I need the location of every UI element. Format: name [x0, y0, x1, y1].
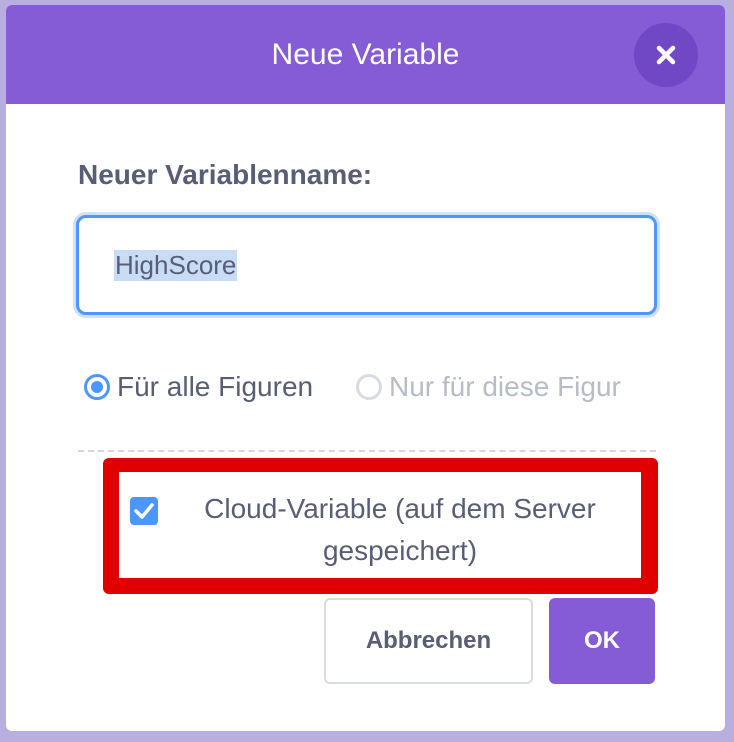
close-button[interactable] [634, 23, 698, 87]
scope-all-sprites-option[interactable]: Für alle Figuren [84, 370, 344, 404]
scope-this-sprite-option[interactable]: Nur für diese Figur [356, 370, 656, 404]
cloud-variable-label: Cloud-Variable (auf dem Server gespeiche… [204, 493, 596, 566]
variable-name-value: HighScore [114, 250, 238, 281]
scope-this-sprite-label: Nur für diese Figur [389, 371, 621, 402]
dialog-header: Neue Variable [6, 5, 725, 104]
radio-selected-icon[interactable] [84, 374, 110, 400]
variable-name-input[interactable]: HighScore [76, 215, 657, 315]
variable-name-label: Neuer Variablenname: [78, 159, 373, 190]
cloud-variable-highlight: Cloud-Variable (auf dem Server gespeiche… [103, 458, 658, 594]
cancel-button[interactable]: Abbrechen [324, 598, 533, 684]
dialog-title: Neue Variable [271, 38, 460, 71]
divider [78, 450, 656, 452]
new-variable-dialog: Neue Variable Neuer Variablenname: HighS… [6, 5, 725, 731]
checkmark-icon [134, 503, 154, 519]
ok-button[interactable]: OK [549, 598, 655, 684]
cloud-variable-checkbox[interactable] [130, 497, 158, 525]
scope-all-sprites-label: Für alle Figuren [117, 371, 314, 402]
radio-unselected-icon[interactable] [356, 374, 382, 400]
cloud-variable-option[interactable]: Cloud-Variable (auf dem Server gespeiche… [119, 472, 641, 578]
close-icon [656, 45, 676, 65]
